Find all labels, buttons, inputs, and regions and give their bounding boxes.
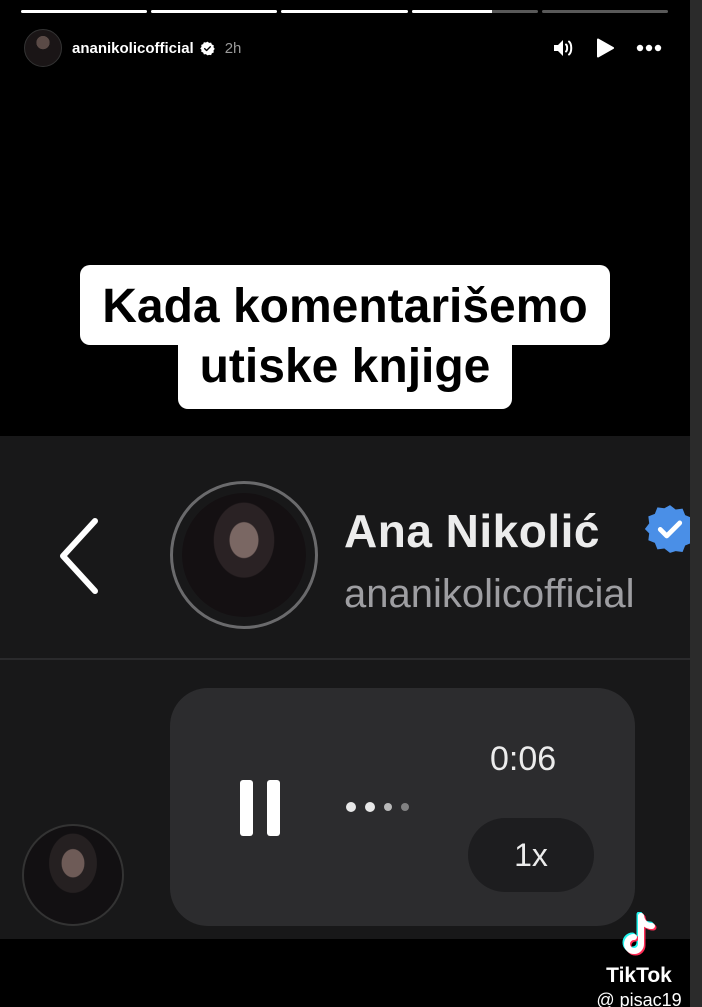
video-profile-avatar: [170, 481, 318, 629]
progress-fill: [151, 10, 278, 13]
story-actions: [552, 38, 662, 58]
story-caption: Kada komentarišemo utiske knjige: [0, 265, 690, 409]
divider: [0, 658, 690, 660]
story-progress-bars: [21, 10, 669, 13]
progress-segment: [411, 10, 538, 13]
story-viewer: ananikolicofficial 2h Kada komentarišemo…: [0, 0, 690, 1007]
playback-speed: 1x: [468, 818, 594, 892]
message-avatar: [22, 824, 124, 926]
voice-duration: 0:06: [490, 740, 557, 778]
progress-fill: [411, 10, 493, 13]
sound-icon[interactable]: [552, 38, 574, 58]
caption-line-2: utiske knjige: [177, 343, 513, 409]
progress-fill: [21, 10, 148, 13]
story-header: ananikolicofficial 2h: [24, 28, 662, 68]
play-icon[interactable]: [596, 38, 614, 58]
profile-photo: [182, 493, 306, 617]
side-strip: [690, 0, 702, 1007]
progress-segment: [541, 10, 669, 13]
video-profile-name: Ana Nikolić: [344, 505, 601, 557]
verified-badge-icon: [199, 41, 215, 55]
caption-line-1: Kada komentarišemo: [80, 265, 610, 345]
tiktok-label: TikTok: [606, 964, 672, 987]
story-time-ago: 2h: [224, 39, 242, 57]
progress-fill: [281, 10, 408, 13]
progress-segment: [281, 10, 408, 13]
video-profile-handle: ananikolicofficial: [344, 572, 635, 616]
tiktok-watermark: TikTok @ pisac19: [594, 912, 684, 1007]
progress-segment: [21, 10, 148, 13]
progress-segment: [151, 10, 278, 13]
story-username[interactable]: ananikolicofficial: [72, 40, 194, 57]
embedded-video[interactable]: Ana Nikolić ananikolicofficial 0:06 1x: [0, 436, 690, 939]
waveform-icon: [346, 802, 409, 812]
tiktok-logo-icon: [622, 912, 657, 956]
verified-badge-icon: [644, 505, 690, 553]
back-chevron-icon: [60, 518, 98, 594]
pause-icon: [240, 780, 280, 836]
voice-message: 0:06 1x: [170, 688, 635, 926]
more-icon[interactable]: [636, 44, 662, 52]
story-avatar[interactable]: [24, 29, 62, 67]
tiktok-handle: @ pisac19: [596, 990, 682, 1007]
